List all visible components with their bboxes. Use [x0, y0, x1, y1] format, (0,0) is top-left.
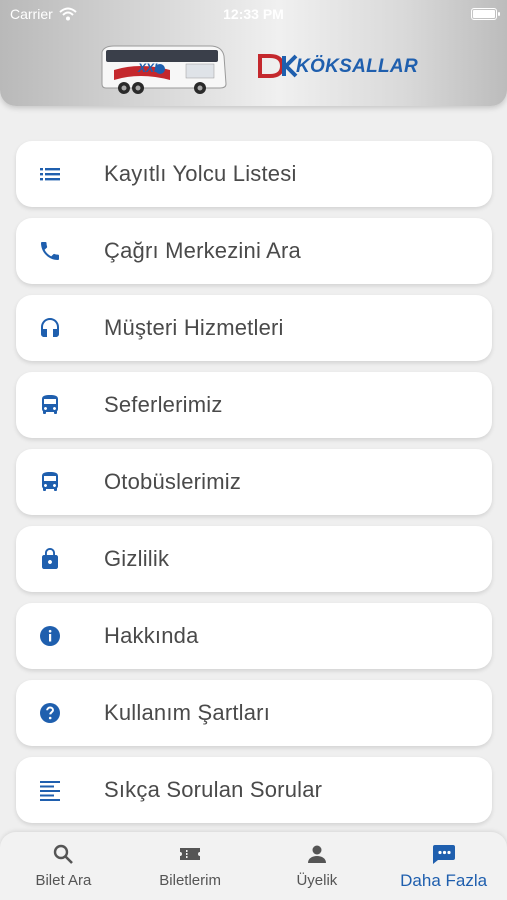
carrier-label: Carrier [10, 6, 53, 22]
phone-icon [41, 242, 59, 260]
menu-item-about[interactable]: Hakkında [16, 603, 492, 669]
help-icon [40, 703, 60, 723]
menu-item-customer-service[interactable]: Müşteri Hizmetleri [16, 295, 492, 361]
menu-item-label: Çağrı Merkezini Ara [104, 238, 301, 263]
tab-bilet-ara[interactable]: Bilet Ara [0, 832, 127, 900]
ticket-icon [180, 848, 201, 860]
menu-item-privacy[interactable]: Gizlilik [16, 526, 492, 592]
bottom-tab-bar: Bilet Ara Biletlerim Üyelik Daha Fazla [0, 832, 507, 900]
more-menu: Kayıtlı Yolcu Listesi Çağrı Merkezini Ar… [16, 141, 492, 834]
tab-daha-fazla[interactable]: Daha Fazla [380, 832, 507, 900]
battery-icon [471, 8, 500, 20]
menu-item-label: Kullanım Şartları [104, 700, 271, 725]
list-icon [40, 168, 60, 181]
bus-icon [42, 395, 58, 414]
menu-item-label: Müşteri Hizmetleri [104, 315, 284, 340]
tab-label: Üyelik [296, 872, 338, 889]
lock-icon [42, 548, 58, 569]
search-icon [54, 844, 74, 864]
headset-icon [41, 318, 59, 337]
menu-item-registered-passengers[interactable]: Kayıtlı Yolcu Listesi [16, 141, 492, 207]
bus-icon [42, 472, 58, 491]
menu-item-faq[interactable]: Sıkça Sorulan Sorular [16, 757, 492, 823]
more-chat-icon [432, 845, 455, 864]
menu-item-terms[interactable]: Kullanım Şartları [16, 680, 492, 746]
tab-biletlerim[interactable]: Biletlerim [127, 832, 254, 900]
tab-label: Daha Fazla [400, 871, 488, 890]
text-lines-icon [40, 781, 60, 801]
menu-item-label: Sıkça Sorulan Sorular [104, 777, 323, 802]
menu-item-label: Otobüslerimiz [104, 469, 242, 494]
brand-name: KÖKSALLAR [296, 56, 418, 77]
tab-label: Bilet Ara [35, 872, 92, 889]
wifi-icon [59, 7, 77, 21]
tab-uyelik[interactable]: Üyelik [254, 832, 381, 900]
menu-item-label: Seferlerimiz [104, 392, 223, 417]
menu-item-call-center[interactable]: Çağrı Merkezini Ara [16, 218, 492, 284]
menu-item-label: Hakkında [104, 623, 199, 648]
tab-label: Biletlerim [159, 872, 221, 889]
menu-item-label: Kayıtlı Yolcu Listesi [104, 161, 297, 186]
menu-item-label: Gizlilik [104, 546, 170, 571]
info-icon [40, 626, 60, 646]
menu-item-trips[interactable]: Seferlerimiz [16, 372, 492, 438]
person-icon [307, 845, 326, 863]
status-bar: Carrier 12:33 PM [0, 0, 507, 28]
menu-item-buses[interactable]: Otobüslerimiz [16, 449, 492, 515]
